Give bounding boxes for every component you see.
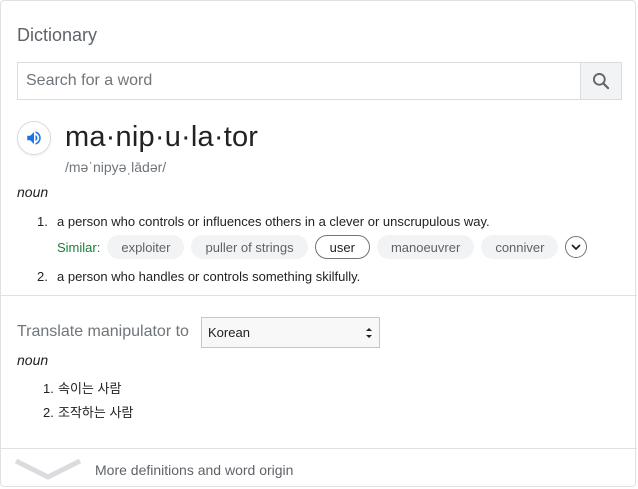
similar-label: Similar:: [57, 239, 101, 255]
expand-similar-button[interactable]: [565, 236, 588, 258]
phonetic-spelling: /məˈnipyəˌlādər/: [65, 159, 167, 175]
definition-text: a person who controls or influences othe…: [57, 214, 490, 229]
headword: ma·nip·u·la·tor: [65, 121, 259, 153]
section-divider: [1, 295, 637, 296]
search-box: [17, 62, 622, 100]
similar-chip[interactable]: puller of strings: [191, 235, 308, 259]
translation-item: 2. 조작하는 사람: [43, 402, 133, 421]
translate-label: Translate manipulator to: [17, 323, 189, 340]
similar-chip[interactable]: exploiter: [107, 235, 185, 259]
definition-number: 2.: [37, 269, 48, 284]
chevron-down-icon: [572, 244, 581, 250]
translation-part-of-speech: noun: [17, 352, 49, 368]
similar-chip[interactable]: conniver: [481, 235, 559, 259]
translation-number: 1.: [43, 381, 54, 396]
speaker-icon: [27, 131, 41, 145]
definition-number: 1.: [37, 214, 48, 229]
dictionary-card: Dictionary ma·nip·u·la·tor /məˈnipyəˌlād…: [0, 0, 637, 487]
search-input[interactable]: [18, 63, 583, 99]
translation-number: 2.: [43, 405, 54, 420]
translation-text: 조작하는 사람: [58, 405, 134, 420]
similar-chip[interactable]: manoeuvrer: [376, 235, 475, 259]
search-icon: [593, 73, 610, 90]
search-button[interactable]: [580, 63, 621, 99]
language-selected-value: Korean: [208, 325, 250, 340]
similar-words: Similar: exploiter puller of strings use…: [57, 235, 588, 259]
definition-item: 1. a person who controls or influences ot…: [37, 214, 490, 229]
select-arrows-icon: [366, 328, 372, 338]
card-title: Dictionary: [17, 25, 98, 45]
translation-item: 1. 속이는 사람: [43, 378, 121, 397]
definition-text: a person who handles or controls somethi…: [57, 269, 361, 284]
translation-text: 속이는 사람: [58, 381, 122, 396]
part-of-speech: noun: [17, 184, 49, 200]
similar-chip[interactable]: user: [314, 235, 370, 259]
chevron-down-icon[interactable]: [15, 455, 81, 481]
pronunciation-button[interactable]: [17, 121, 51, 155]
footer-divider: [1, 448, 637, 449]
language-select[interactable]: Korean: [201, 317, 380, 348]
more-definitions-link[interactable]: More definitions and word origin: [95, 462, 293, 478]
definition-item: 2. a person who handles or controls somet…: [37, 269, 360, 284]
